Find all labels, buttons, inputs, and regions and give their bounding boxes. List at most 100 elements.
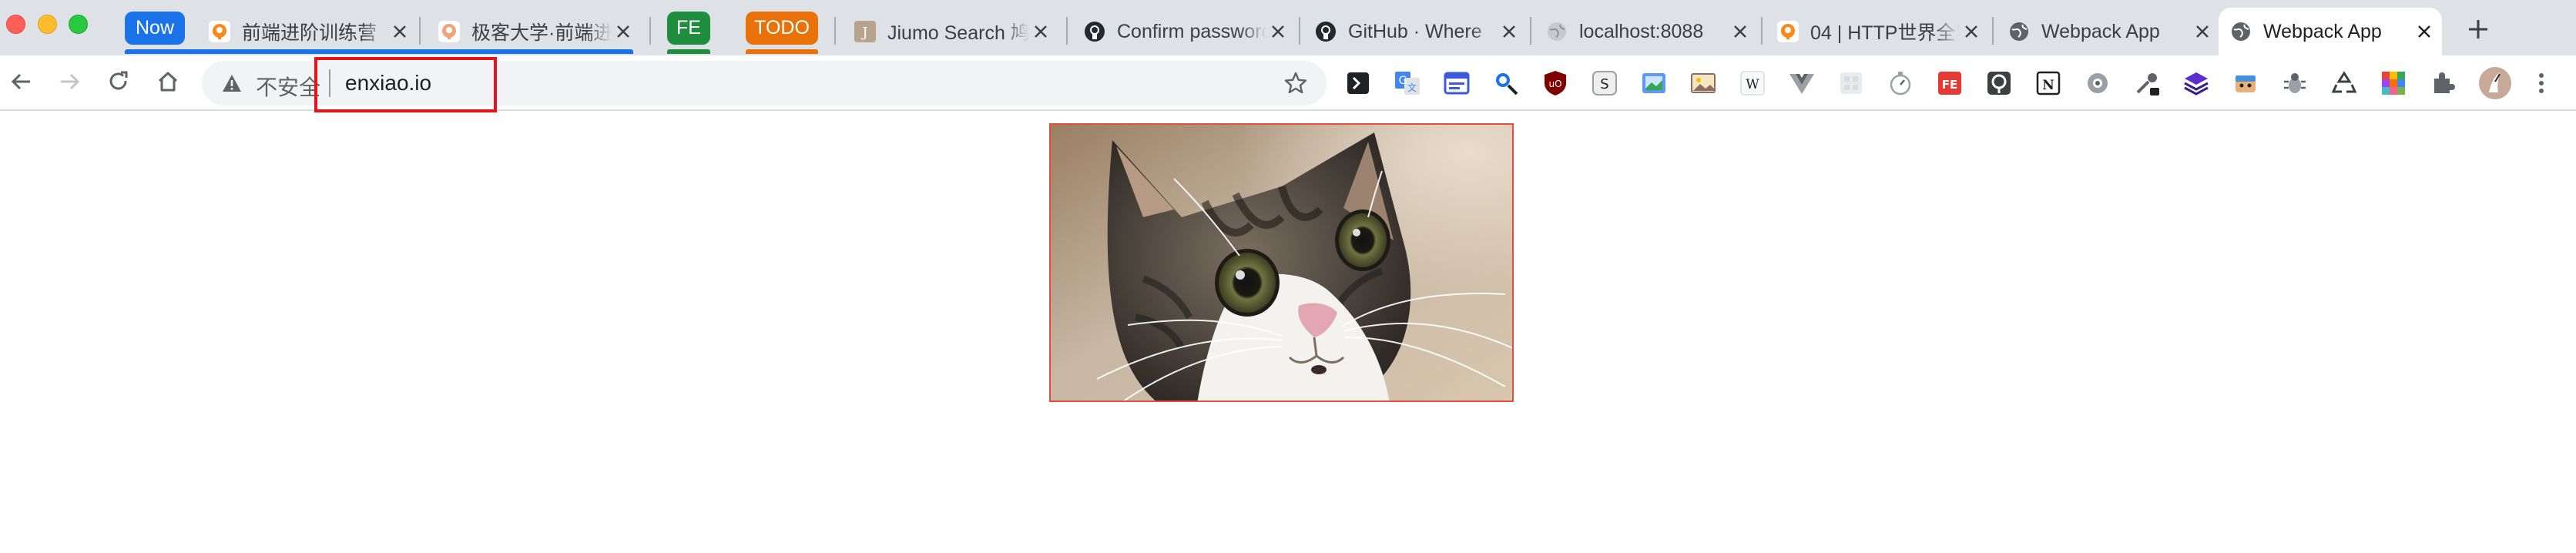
tab-title: 前端进阶训练营 [242, 22, 377, 44]
svg-text:J: J [860, 25, 867, 41]
stack-ext-icon[interactable] [2182, 69, 2210, 97]
tab-group-label: TODO [754, 17, 810, 39]
svg-text:FE: FE [1942, 78, 1958, 92]
svg-text:uO: uO [1548, 79, 1561, 89]
arrow-right-icon [58, 70, 81, 97]
reload-button[interactable] [100, 65, 137, 102]
tab-title: Jiumo Search 鸠摩搜书 [887, 22, 1029, 44]
image-ext-icon[interactable] [1689, 69, 1717, 97]
tab-group-underline [667, 49, 710, 54]
minimize-window-button[interactable] [38, 15, 57, 34]
globe-icon [1545, 20, 1568, 43]
s-ext-icon[interactable]: S [1591, 69, 1618, 97]
tab[interactable]: localhost:8088 [1535, 8, 1758, 55]
cat-photo [1049, 123, 1514, 402]
screenshot-ext-icon[interactable] [1640, 69, 1668, 97]
tab-title: GitHub · Where [1348, 20, 1482, 42]
jiumo-icon: J [854, 20, 877, 43]
tab-strip: Now 前端进阶训练营 极客大学·前端进阶 FE TODO J [0, 0, 2576, 55]
zoom-window-button[interactable] [69, 15, 88, 34]
geektime-icon [438, 20, 461, 43]
gear-ext-icon[interactable] [2084, 69, 2111, 97]
geektime-icon [1776, 20, 1800, 43]
tab-separator [419, 17, 421, 45]
reader-ext-icon[interactable] [1443, 69, 1471, 97]
tab-title: Webpack App [2263, 20, 2382, 42]
tab[interactable]: 前端进阶训练营 [197, 8, 418, 55]
tab[interactable]: J Jiumo Search 鸠摩搜书 [843, 8, 1058, 55]
tab-title: Webpack App [2041, 20, 2160, 42]
grid-ext-icon[interactable] [1837, 69, 1865, 97]
forward-button[interactable] [51, 65, 88, 102]
tab-title: localhost:8088 [1579, 20, 1704, 42]
tab-group-todo[interactable]: TODO [746, 12, 818, 45]
recycle-ext-icon[interactable] [2330, 69, 2358, 97]
fe-ext-icon[interactable]: FE [1936, 69, 1964, 97]
tab-group-label: Now [136, 17, 175, 39]
home-icon [156, 70, 179, 97]
svg-text:N: N [2042, 78, 2054, 93]
close-tab-icon[interactable] [388, 20, 411, 43]
tab-group-underline [746, 49, 818, 54]
bookmark-star-icon[interactable] [1282, 69, 1310, 97]
tab-separator [1992, 17, 1994, 45]
home-button[interactable] [149, 65, 186, 102]
tab-group-label: FE [676, 17, 701, 39]
tab-separator [1530, 17, 1531, 45]
profile-avatar[interactable] [2478, 66, 2512, 100]
url-highlight-annotation [314, 57, 497, 112]
close-tab-icon[interactable] [1729, 20, 1752, 43]
search-ext-icon[interactable] [1492, 69, 1520, 97]
close-window-button[interactable] [6, 15, 25, 34]
plus-icon [2467, 18, 2489, 44]
robot-ext-icon[interactable] [2232, 69, 2259, 97]
google-translate-icon[interactable]: G文 [1394, 69, 1421, 97]
tab-title: 极客大学·前端进阶 [471, 22, 612, 44]
github-icon [1314, 20, 1337, 43]
tab[interactable]: Webpack App [1997, 8, 2220, 55]
tab-title: Confirm password [1117, 20, 1266, 42]
security-status-label[interactable]: 不安全 [256, 71, 320, 102]
tab-group-now[interactable]: Now [125, 12, 185, 45]
timer-ext-icon[interactable] [1887, 69, 1914, 97]
close-tab-icon[interactable] [1029, 20, 1052, 43]
tab-title: 04 | HTTP世界全览 [1810, 22, 1960, 44]
tab[interactable]: 极客大学·前端进阶 [427, 8, 641, 55]
vue-devtools-icon[interactable] [1788, 69, 1816, 97]
page-content [0, 112, 2576, 553]
color-grid-ext-icon[interactable] [2380, 69, 2407, 97]
tab[interactable]: GitHub · Where [1303, 8, 1527, 55]
close-tab-icon[interactable] [612, 20, 635, 43]
new-tab-button[interactable] [2461, 14, 2495, 48]
tab-separator [1299, 17, 1300, 45]
geektime-icon [208, 20, 231, 43]
close-tab-icon[interactable] [1960, 20, 1983, 43]
globe-icon [2007, 20, 2031, 43]
close-tab-icon[interactable] [1498, 20, 1521, 43]
arrow-left-icon [10, 70, 33, 97]
tab-separator [1066, 17, 1068, 45]
tab[interactable]: Confirm password [1072, 8, 1296, 55]
eyedropper-ext-icon[interactable] [2133, 69, 2161, 97]
wikipedia-icon[interactable]: W [1739, 69, 1766, 97]
svg-text:S: S [1600, 76, 1608, 92]
ublock-icon[interactable]: uO [1541, 69, 1569, 97]
close-tab-icon[interactable] [2191, 20, 2214, 43]
close-tab-icon[interactable] [2413, 20, 2436, 43]
tab-group-fe[interactable]: FE [667, 12, 710, 45]
tab-separator [649, 17, 651, 45]
tab[interactable]: 04 | HTTP世界全览 [1766, 8, 1989, 55]
back-button[interactable] [3, 65, 40, 102]
lighthouse-ext-icon[interactable] [1985, 69, 2013, 97]
globe-icon [2229, 20, 2252, 43]
menu-kebab-icon[interactable] [2527, 69, 2555, 97]
svg-text:W: W [1746, 77, 1759, 92]
svg-text:文: 文 [1407, 82, 1417, 93]
bug-ext-icon[interactable] [2281, 69, 2309, 97]
close-tab-icon[interactable] [1266, 20, 1290, 43]
warning-icon[interactable] [220, 72, 243, 95]
puzzle-icon[interactable] [2429, 69, 2457, 97]
notion-icon[interactable]: N [2034, 69, 2062, 97]
terminal-ext-icon[interactable] [1344, 69, 1372, 97]
tab-active[interactable]: Webpack App [2219, 8, 2442, 55]
